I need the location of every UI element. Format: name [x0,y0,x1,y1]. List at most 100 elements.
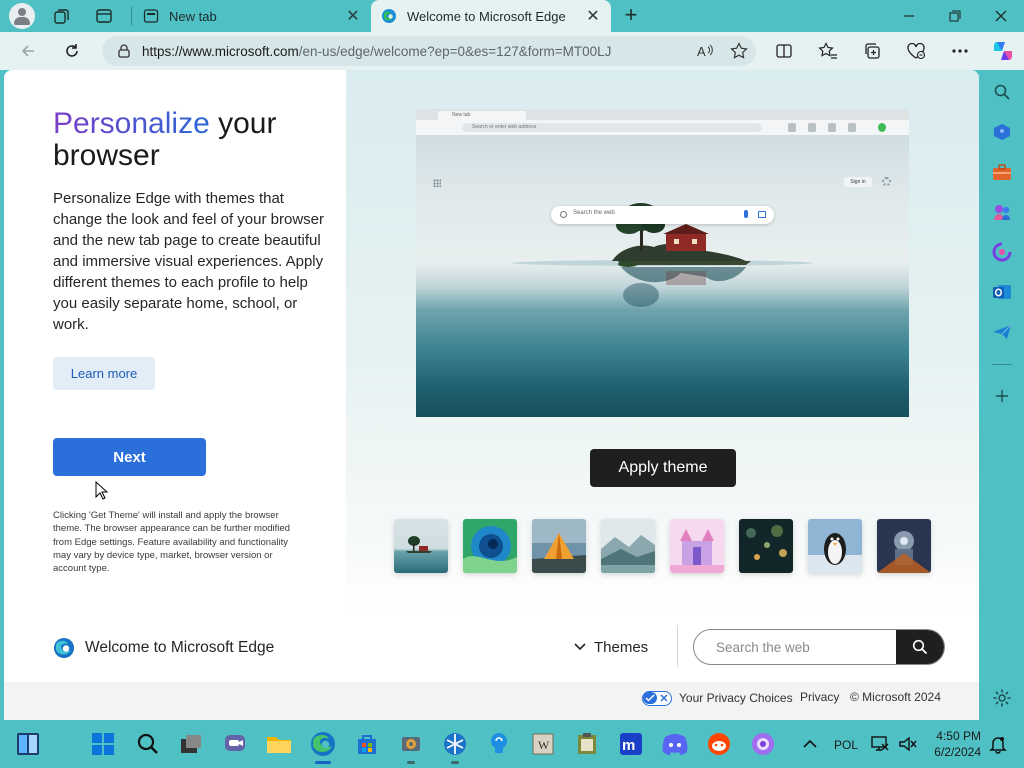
navigation-toolbar: https://www.microsoft.com/en-us/edge/wel… [0,32,1024,70]
theme-thumbnail-island-lake[interactable] [394,519,448,573]
search-icon[interactable] [134,730,162,758]
teams-chat-icon[interactable] [221,730,249,758]
search-icon[interactable] [990,80,1014,104]
show-hidden-icons-chevron-up-icon[interactable] [798,730,822,758]
privacy-choices-link[interactable]: Your Privacy Choices [642,690,793,706]
minimize-icon[interactable] [886,0,932,32]
favorite-star-icon[interactable] [722,36,756,66]
microsoft-store-icon[interactable] [353,730,381,758]
address-bar[interactable]: https://www.microsoft.com/en-us/edge/wel… [102,36,756,66]
clock-date[interactable]: 6/2/2024 [933,745,981,759]
theme-thumbnail-misty-mountains[interactable] [601,519,655,573]
task-view-icon[interactable] [177,730,205,758]
copilot-compose-icon[interactable] [990,240,1014,264]
system-tool-icon[interactable] [397,730,425,764]
outlook-icon[interactable] [990,280,1014,304]
theme-thumbnail-green-wave[interactable] [463,519,517,573]
theme-thumbnail-pink-castle[interactable] [670,519,724,573]
edge-sidebar [980,70,1024,720]
theme-thumbnail-tent-mountain[interactable] [532,519,586,573]
reddit-icon[interactable] [705,730,733,758]
sidebar-settings-gear-icon[interactable] [990,686,1014,710]
search-icon [912,639,928,655]
preview-search-box: Search the web [551,206,774,224]
sidebar-divider [992,364,1012,365]
copyright-text: © Microsoft 2024 [850,690,941,704]
copilot-taskbar-icon[interactable] [749,730,777,758]
discord-icon[interactable] [661,730,689,758]
clock-time[interactable]: 4:50 PM [933,729,981,743]
widgets-icon[interactable] [14,730,42,758]
input-language[interactable]: POL [834,738,858,752]
games-icon[interactable] [990,200,1014,224]
privacy-toggle-icon [642,690,672,706]
preview-address-bar: Search or enter web address [416,120,909,135]
split-screen-icon[interactable] [770,38,798,64]
restore-icon[interactable] [932,0,978,32]
intro-panel: Personalize your browser Personalize Edg… [4,70,346,615]
profile-avatar-icon[interactable] [9,3,35,29]
tab-new-tab[interactable]: New tab ✕ [133,0,371,32]
browser-essentials-icon[interactable] [902,38,930,64]
tab-welcome[interactable]: Welcome to Microsoft Edge ✕ [371,0,611,32]
theme-thumbnail-space-robot[interactable] [877,519,931,573]
edge-logo-icon [54,638,74,658]
svg-text:W: W [538,738,550,752]
start-windows-icon[interactable] [89,730,117,758]
privacy-link[interactable]: Privacy [800,690,839,704]
footer-brand-text: Welcome to Microsoft Edge [85,639,275,656]
network-app-icon[interactable] [441,730,469,764]
web-search-input[interactable] [694,630,897,664]
web-search-button[interactable] [896,630,944,664]
lake-island-scene: Sign in Search the web [416,135,909,417]
url-text[interactable]: https://www.microsoft.com/en-us/edge/wel… [142,44,688,59]
theme-disclaimer: Clicking 'Get Theme' will install and ap… [53,510,290,575]
web-page: Personalize your browser Personalize Edg… [4,70,979,720]
footer-divider [677,625,678,667]
footer-brand: Welcome to Microsoft Edge [53,637,274,659]
lock-icon[interactable] [106,44,142,58]
edge-taskbar-icon[interactable] [309,730,337,764]
preview-apps-grid-icon [433,179,441,187]
notepad-app-icon[interactable] [573,730,601,758]
tools-briefcase-icon[interactable] [990,160,1014,184]
network-status-icon[interactable] [868,730,892,758]
read-aloud-icon[interactable]: A [688,36,722,66]
m-app-icon[interactable]: m [617,730,645,758]
refresh-icon[interactable] [58,38,86,64]
close-tab-icon[interactable]: ✕ [341,4,365,28]
add-sidebar-app-icon[interactable] [990,384,1014,408]
preview-sign-in: Sign in [844,177,872,187]
preview-settings-icon [882,177,891,186]
web-search-box [693,629,945,665]
preview-tab-bar: New tab [416,109,909,120]
theme-thumbnail-penguin[interactable] [808,519,862,573]
close-window-icon[interactable] [978,0,1024,32]
workspaces-icon[interactable] [50,4,74,28]
favorites-icon[interactable] [814,38,842,64]
back-arrow-icon[interactable] [14,38,42,64]
send-icon[interactable] [990,320,1014,344]
tab-actions-icon[interactable] [92,4,116,28]
learn-more-button[interactable]: Learn more [53,357,155,390]
volume-muted-icon[interactable] [896,730,920,758]
document-app-icon[interactable]: W [529,730,557,758]
close-tab-icon[interactable]: ✕ [581,4,605,28]
copilot-icon[interactable] [988,36,1018,66]
apply-theme-button[interactable]: Apply theme [590,449,736,487]
collections-icon[interactable] [858,38,886,64]
next-button[interactable]: Next [53,438,206,476]
themes-label: Themes [594,638,649,656]
svg-text:A: A [697,44,706,59]
tips-lightbulb-icon[interactable] [485,730,513,758]
theme-thumbnail-night-bokeh[interactable] [739,519,793,573]
intro-description: Personalize Edge with themes that change… [53,190,325,333]
file-explorer-icon[interactable] [265,730,293,758]
themes-dropdown[interactable]: Themes [574,636,648,658]
shopping-tag-icon[interactable] [990,120,1014,144]
more-options-icon[interactable] [946,38,974,64]
notifications-bell-icon[interactable] [986,730,1010,758]
theme-preview-image: New tab Search or enter web address Sign… [416,109,909,417]
mouse-cursor-icon [95,481,109,500]
new-tab-plus-icon[interactable]: + [618,2,644,28]
